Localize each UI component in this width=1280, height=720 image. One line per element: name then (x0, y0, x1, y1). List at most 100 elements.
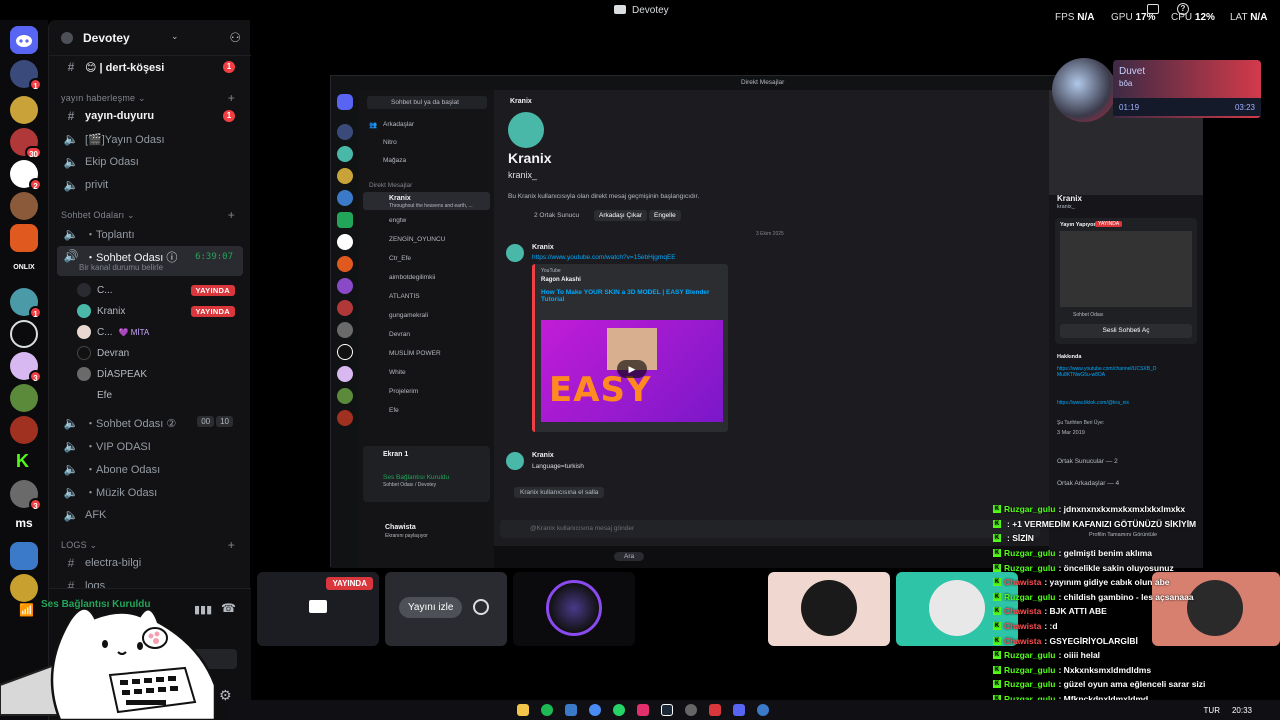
screen-connection: Ses Bağlantısı Kuruldu (383, 474, 450, 481)
server-icon (337, 300, 353, 316)
taskbar-clock[interactable]: 20:33 (1232, 706, 1252, 715)
stream-tile-user[interactable] (513, 572, 635, 646)
chat-text: : güzel oyun ama eğlenceli sarar sizi (1058, 679, 1206, 690)
add-channel-icon[interactable]: + (228, 208, 235, 222)
voice-user[interactable]: C... YAYINDA (77, 280, 243, 300)
app-icon[interactable] (565, 704, 577, 716)
server-icon[interactable] (10, 192, 38, 220)
spotify-icon[interactable] (541, 704, 553, 716)
category-sohbet-odalari[interactable]: Sohbet Odaları ⌄ + (61, 208, 243, 222)
add-channel-icon[interactable]: + (228, 538, 235, 552)
whatsapp-icon[interactable] (613, 704, 625, 716)
voice-user[interactable]: Devran (77, 343, 243, 363)
channel-label: ・Abone Odası (85, 464, 161, 476)
server-icon[interactable]: 2 (10, 160, 42, 191)
voice-channel-toplanti[interactable]: 🔈 ・Toplantı (57, 223, 243, 245)
chrome-icon[interactable] (589, 704, 601, 716)
server-icon[interactable]: 1 (10, 288, 42, 319)
voice-channel-muzik[interactable]: 🔈 ・Müzik Odası (57, 481, 243, 503)
dm-search-label: Sohbet bul ya da başlat (391, 99, 459, 106)
discord-logo-icon (16, 35, 32, 47)
server-icon[interactable]: 1 (10, 60, 42, 91)
dm-header: Direkt Mesajlar (369, 182, 413, 189)
voice-channel-privit[interactable]: 🔈 privit (57, 174, 243, 196)
voice-channel-yayin-odasi[interactable]: 🔈 [🎬]Yayın Odası (57, 128, 243, 150)
inbox-icon[interactable] (1147, 4, 1159, 14)
dm-big-name: Kranix (508, 150, 552, 166)
dm-name: Ctr_Efe (389, 255, 412, 262)
voice-user[interactable]: DİASPEAK (77, 364, 243, 384)
dm-intro: Bu Kranix kullanıcısıyla olan direkt mes… (508, 193, 700, 200)
app-icon[interactable] (757, 704, 769, 716)
voice-channel-sohbet-odasi-2[interactable]: 🔈 ・Sohbet Odası ② 00 10 (57, 412, 243, 434)
channel-yayin-duyuru[interactable]: # yayın-duyuru 1 (57, 105, 243, 127)
server-icon[interactable]: 30 (10, 128, 42, 159)
channel-label: ・VIP ODASI (85, 441, 151, 453)
msg-avatar (506, 452, 524, 470)
server-icon[interactable]: 3 (10, 352, 42, 383)
user-name: C... (97, 326, 113, 338)
voice-user[interactable]: Efe (77, 385, 243, 405)
hash-icon: # (67, 109, 75, 123)
stream-tile-watch[interactable]: Yayını izle (385, 572, 507, 646)
zoom-icon[interactable] (473, 599, 489, 615)
screen-share-view[interactable]: Direkt Mesajlar Sohbet bul ya da başlat … (330, 75, 1203, 568)
server-icon[interactable] (10, 542, 38, 570)
voice-user[interactable]: Kranix YAYINDA (77, 301, 243, 321)
voice-timer: 6:39:07 (195, 252, 233, 262)
dm-name: MUSLİM POWER (389, 350, 441, 357)
category-yayin-haberlesme[interactable]: yayın haberleşme ⌄ + (61, 91, 243, 105)
channel-dert-kosesi[interactable]: # 😊 | dert-köşesi 1 (57, 56, 243, 78)
server-icon[interactable] (10, 384, 38, 412)
avatar (77, 367, 91, 381)
voice-tile-user[interactable] (768, 572, 890, 646)
server-header[interactable]: Devotey ⌄ ⚇ (49, 20, 251, 56)
kick-icon: K (993, 665, 1001, 674)
server-icon[interactable] (10, 320, 38, 348)
voice-channel-abone[interactable]: 🔈 ・Abone Odası (57, 458, 243, 480)
discord-taskbar-icon[interactable] (733, 704, 745, 716)
voice-channel-ekip[interactable]: 🔈 Ekip Odası (57, 151, 243, 173)
invite-people-icon[interactable]: ⚇ (229, 30, 241, 46)
help-icon[interactable]: ? (1177, 3, 1189, 15)
user-name: Devran (97, 347, 130, 359)
language-indicator[interactable]: TUR (1204, 706, 1220, 715)
chat-message: K Ruzgar_gulu: childish gambino - les açs… (993, 590, 1280, 605)
file-explorer-icon[interactable] (517, 704, 529, 716)
server-icon[interactable]: ONLIX (8, 264, 40, 271)
date-divider: 3 Ekim 2025 (756, 231, 784, 237)
chat-user: Ruzgar_gulu (1004, 591, 1056, 602)
instagram-icon[interactable] (637, 704, 649, 716)
chat-message: K Ruzgar_gulu: jdnxnxnxkxmxkxmxlxkxlmxkx (993, 502, 1280, 517)
avatar (77, 388, 91, 402)
voice-channel-sohbet-odasi-active[interactable]: 🔊 ・Sohbet Odası ⓘ Bir kanal durumu belir… (57, 246, 243, 276)
msg-avatar (506, 244, 524, 262)
server-icon[interactable] (10, 416, 38, 444)
discord-home-icon[interactable] (10, 26, 38, 54)
add-channel-icon[interactable]: + (228, 91, 235, 105)
friends-icon: 👥 (369, 122, 378, 129)
fps-stat: FPS N/A (1055, 12, 1094, 23)
profile-since: 3 Mar 2019 (1057, 430, 1085, 436)
speaker-icon: 🔈 (63, 485, 79, 499)
category-logs[interactable]: LOGS ⌄ + (61, 538, 243, 552)
server-ms-icon[interactable]: ms (8, 516, 40, 530)
dm-name: White (389, 369, 406, 376)
stream-tile-self[interactable]: YAYINDA (257, 572, 379, 646)
channel-electra-bilgi[interactable]: # electra-bilgi (57, 552, 243, 574)
steam-icon[interactable] (661, 704, 673, 716)
voice-channel-afk[interactable]: 🔈 AFK (57, 504, 243, 526)
server-icon (337, 212, 353, 228)
dm-name: engtw (389, 217, 407, 224)
server-icon[interactable] (10, 96, 38, 124)
watch-stream-button[interactable]: Yayını izle (399, 597, 463, 618)
voice-channel-vip[interactable]: 🔈 ・VIP ODASI (57, 435, 243, 457)
kick-server-icon[interactable]: K (10, 448, 38, 476)
obs-icon[interactable] (685, 704, 697, 716)
voice-user[interactable]: C... 💜 MİTA (77, 322, 243, 342)
discord-home-icon (337, 94, 353, 110)
channel-status[interactable]: Bir kanal durumu belirle (79, 263, 163, 272)
server-icon[interactable] (10, 224, 38, 252)
server-icon[interactable]: 3 (10, 480, 42, 511)
app-icon[interactable] (709, 704, 721, 716)
